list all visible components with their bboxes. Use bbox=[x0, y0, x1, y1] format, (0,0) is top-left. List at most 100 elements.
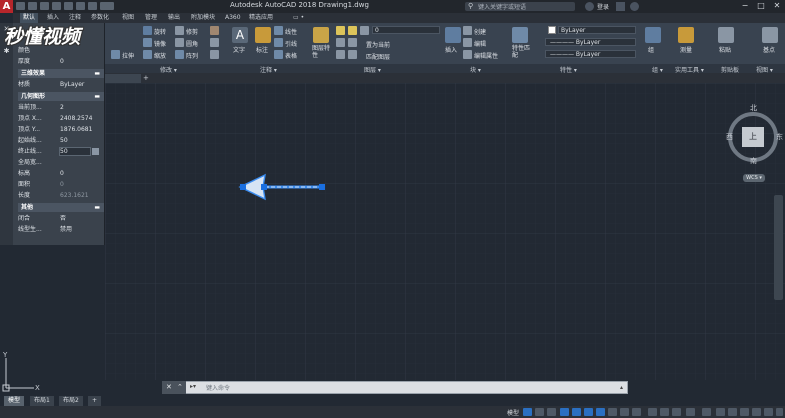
command-history-icon[interactable]: ⌃ bbox=[177, 383, 183, 391]
auto-scale-icon[interactable] bbox=[672, 408, 681, 416]
layer-tool-icon-c[interactable] bbox=[336, 50, 345, 59]
annotation-visibility-icon[interactable] bbox=[660, 408, 669, 416]
command-expand-icon[interactable]: ▴ bbox=[620, 384, 623, 391]
ortho-toggle-icon[interactable] bbox=[560, 408, 569, 416]
open-file-icon[interactable] bbox=[28, 2, 37, 10]
viewcube-top-face[interactable]: 上 bbox=[742, 127, 764, 147]
layer-tool-icon-d[interactable] bbox=[348, 50, 357, 59]
isolate-objects-icon[interactable] bbox=[740, 408, 749, 416]
close-window-button[interactable]: ✕ bbox=[770, 1, 784, 11]
grip-vertex[interactable] bbox=[261, 184, 267, 190]
units-icon[interactable] bbox=[728, 408, 737, 416]
text-tool-label[interactable]: 文字 bbox=[233, 45, 245, 54]
minimize-button[interactable]: − bbox=[738, 1, 752, 11]
leader-icon[interactable] bbox=[274, 38, 283, 47]
scale-icon[interactable] bbox=[143, 50, 152, 59]
match-properties-icon[interactable] bbox=[512, 27, 528, 43]
prop-value-closed[interactable]: 否 bbox=[60, 214, 104, 224]
save-icon[interactable] bbox=[40, 2, 49, 10]
viewcube-east[interactable]: 东 bbox=[776, 132, 783, 142]
match-properties-label[interactable]: 特性匹配 bbox=[512, 45, 534, 59]
viewcube-south[interactable]: 南 bbox=[750, 156, 757, 166]
layout-tab-layout2[interactable]: 布局2 bbox=[59, 396, 83, 406]
snap-toggle-icon[interactable] bbox=[535, 408, 544, 416]
match-layer-label[interactable]: 匹配图层 bbox=[366, 52, 390, 61]
dimension-tool-label[interactable]: 标注 bbox=[256, 45, 268, 54]
array-icon[interactable] bbox=[175, 50, 184, 59]
undo-icon[interactable] bbox=[76, 2, 85, 10]
prop-value-linetype-gen[interactable]: 禁用 bbox=[60, 225, 104, 235]
layer-lock-icon[interactable] bbox=[360, 26, 369, 35]
help-icon[interactable] bbox=[630, 2, 639, 11]
file-tab-drawing1[interactable] bbox=[105, 74, 141, 83]
base-view-label[interactable]: 基点 bbox=[763, 45, 775, 54]
viewcube-north[interactable]: 北 bbox=[750, 103, 757, 113]
layout-tab-model[interactable]: 模型 bbox=[4, 396, 25, 406]
layer-sun-icon[interactable] bbox=[348, 26, 357, 35]
stretch-icon[interactable] bbox=[111, 50, 120, 59]
prop-value-material[interactable]: ByLayer bbox=[60, 80, 104, 90]
redo-icon[interactable] bbox=[88, 2, 97, 10]
prop-value-elevation[interactable]: 0 bbox=[60, 169, 104, 179]
tab-a360[interactable]: A360 bbox=[222, 13, 244, 23]
section-geometry[interactable]: 几何图形 ▬ bbox=[18, 92, 104, 101]
print-icon[interactable] bbox=[64, 2, 73, 10]
trim-icon[interactable] bbox=[175, 26, 184, 35]
drawing-canvas[interactable] bbox=[105, 83, 785, 380]
prop-value-vertex-x[interactable]: 2408.2574 bbox=[60, 114, 104, 124]
edit-block-icon[interactable] bbox=[463, 38, 472, 47]
layer-combo[interactable] bbox=[372, 26, 440, 34]
paste-icon[interactable] bbox=[718, 27, 734, 43]
scale-menu-icon[interactable] bbox=[686, 408, 695, 416]
prop-value-current-vertex[interactable]: 2 bbox=[60, 103, 104, 113]
maximize-button[interactable]: □ bbox=[754, 1, 768, 11]
linear-dim-icon[interactable] bbox=[274, 26, 283, 35]
dimension-tool-icon[interactable] bbox=[255, 27, 271, 43]
annotation-scale-icon[interactable] bbox=[648, 408, 657, 416]
workspace-gear-icon[interactable] bbox=[702, 408, 711, 416]
table-icon[interactable] bbox=[274, 50, 283, 59]
command-close-icon[interactable]: ✕ bbox=[166, 383, 172, 391]
tab-featured-apps[interactable]: 精选应用 bbox=[246, 13, 276, 23]
lineweight-toggle-icon[interactable] bbox=[620, 408, 629, 416]
layer-properties-icon[interactable] bbox=[313, 27, 329, 43]
transparency-icon[interactable] bbox=[632, 408, 641, 416]
measure-icon[interactable] bbox=[678, 27, 694, 43]
tab-panel-toggle[interactable]: ▭ • bbox=[290, 13, 307, 23]
osnap-toggle-icon[interactable] bbox=[596, 408, 605, 416]
tab-parametric[interactable]: 参数化 bbox=[88, 13, 112, 23]
tab-view[interactable]: 视图 bbox=[119, 13, 137, 23]
customize-status-icon[interactable] bbox=[776, 408, 783, 416]
new-file-tab-button[interactable]: + bbox=[143, 74, 149, 82]
clean-screen-icon[interactable] bbox=[764, 408, 773, 416]
grip-start[interactable] bbox=[240, 184, 246, 190]
edit-attributes-icon[interactable] bbox=[463, 50, 472, 59]
layout-tab-layout1[interactable]: 布局1 bbox=[30, 396, 54, 406]
status-model-label[interactable]: 模型 bbox=[507, 408, 519, 417]
group-icon[interactable] bbox=[645, 27, 661, 43]
polar-toggle-icon[interactable] bbox=[572, 408, 581, 416]
tab-manage[interactable]: 管理 bbox=[142, 13, 160, 23]
prop-value-start-width[interactable]: 50 bbox=[60, 136, 104, 146]
autocad-logo-icon[interactable]: A bbox=[0, 0, 13, 13]
text-tool-icon[interactable]: A bbox=[232, 27, 248, 43]
explode-icon[interactable] bbox=[210, 50, 219, 59]
fillet-icon[interactable] bbox=[175, 38, 184, 47]
tab-addins[interactable]: 附加模块 bbox=[188, 13, 218, 23]
wcs-menu[interactable]: WCS ▾ bbox=[743, 174, 765, 182]
save-as-icon[interactable] bbox=[52, 2, 61, 10]
base-view-icon[interactable] bbox=[762, 27, 778, 43]
prop-value-vertex-y[interactable]: 1876.0681 bbox=[60, 125, 104, 135]
grip-end[interactable] bbox=[319, 184, 325, 190]
layer-properties-label[interactable]: 图层特性 bbox=[312, 45, 334, 59]
command-line-input[interactable] bbox=[162, 381, 628, 394]
measure-label[interactable]: 测量 bbox=[680, 45, 692, 54]
grid-toggle-icon[interactable] bbox=[523, 408, 532, 416]
hardware-accel-icon[interactable] bbox=[752, 408, 761, 416]
layout-tab-add[interactable]: + bbox=[88, 396, 102, 406]
quick-access-dropdown-icon[interactable] bbox=[100, 2, 114, 10]
isodraft-icon[interactable] bbox=[584, 408, 593, 416]
prop-value-thickness[interactable]: 0 bbox=[60, 57, 104, 67]
section-3d-effects[interactable]: 三维效果 ▬ bbox=[18, 69, 104, 78]
erase-icon[interactable] bbox=[210, 26, 219, 35]
